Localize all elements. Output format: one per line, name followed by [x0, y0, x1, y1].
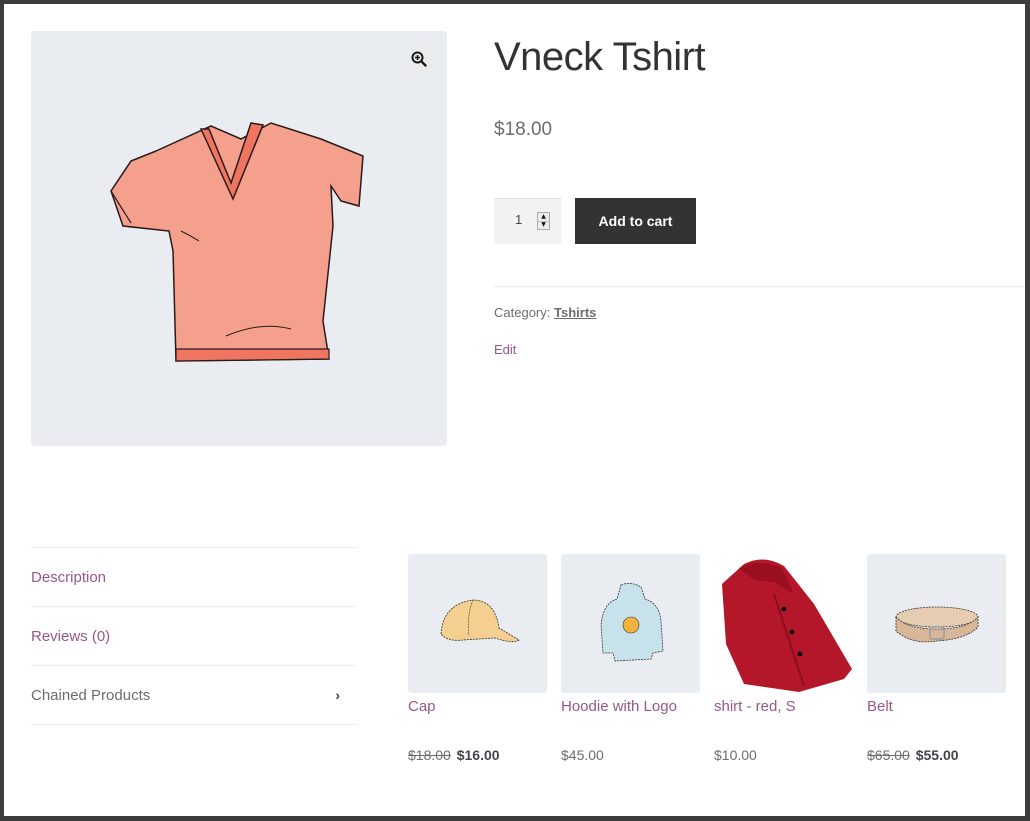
product-price: $45.00: [561, 747, 604, 763]
zoom-button[interactable]: [405, 45, 433, 73]
product-price: $65.00 $55.00: [867, 747, 1006, 763]
tab-label: Description: [31, 568, 107, 586]
product-name[interactable]: Cap: [408, 698, 547, 716]
category-link[interactable]: Tshirts: [554, 305, 596, 320]
quantity-value[interactable]: 1: [515, 212, 522, 227]
summary-divider: [494, 286, 1025, 287]
product-card-belt[interactable]: Belt $65.00 $55.00: [867, 554, 1006, 763]
chained-products-list: Cap $18.00 $16.00 Hoodie with Logo $45.0…: [408, 554, 1006, 763]
cap-image[interactable]: [408, 554, 547, 693]
product-price: $18.00: [494, 119, 553, 140]
sale-price: $55.00: [915, 747, 959, 763]
vneck-tshirt-image[interactable]: [101, 111, 376, 366]
category-label: Category:: [494, 305, 551, 320]
product-price: $10.00: [714, 747, 757, 763]
product-name[interactable]: Belt: [867, 698, 1006, 716]
product-page: Vneck Tshirt $18.00 1 ▲ ▼ Add to cart Ca…: [4, 4, 1025, 816]
product-card-cap[interactable]: Cap $18.00 $16.00: [408, 554, 547, 763]
regular-price: $65.00: [867, 747, 910, 763]
product-summary: Vneck Tshirt $18.00 1 ▲ ▼ Add to cart Ca…: [494, 31, 1025, 357]
add-to-cart-form: 1 ▲ ▼ Add to cart: [494, 198, 696, 244]
tab-label: Chained Products: [31, 686, 151, 704]
product-name[interactable]: Hoodie with Logo: [561, 698, 700, 716]
add-to-cart-button[interactable]: Add to cart: [575, 198, 696, 244]
product-category: Category: Tshirts: [494, 305, 596, 320]
product-tabs: Description Reviews (0) Chained Products…: [31, 547, 356, 725]
sale-price: $16.00: [456, 747, 500, 763]
tab-description[interactable]: Description: [31, 548, 356, 607]
product-card-hoodie[interactable]: Hoodie with Logo $45.00: [561, 554, 700, 763]
tab-label: Reviews (0): [31, 627, 111, 645]
edit-link[interactable]: Edit: [494, 342, 516, 357]
quantity-input[interactable]: 1 ▲ ▼: [494, 198, 561, 244]
product-card-red-shirt[interactable]: shirt - red, S $10.00: [714, 554, 853, 763]
product-price: $18.00 $16.00: [408, 747, 547, 763]
chevron-right-icon: ›: [335, 687, 340, 703]
decrement-arrow-icon[interactable]: ▼: [538, 220, 549, 230]
product-name[interactable]: shirt - red, S: [714, 698, 853, 716]
red-shirt-image[interactable]: [714, 554, 853, 693]
regular-price: $18.00: [408, 747, 451, 763]
belt-image[interactable]: [867, 554, 1006, 693]
hoodie-image[interactable]: [561, 554, 700, 693]
product-title: Vneck Tshirt: [494, 35, 706, 79]
tab-chained-products[interactable]: Chained Products ›: [31, 666, 356, 725]
tab-reviews[interactable]: Reviews (0): [31, 607, 356, 666]
quantity-stepper[interactable]: ▲ ▼: [537, 212, 550, 230]
product-gallery: [31, 31, 447, 446]
magnifier-plus-icon: [411, 51, 427, 67]
increment-arrow-icon[interactable]: ▲: [538, 213, 549, 221]
